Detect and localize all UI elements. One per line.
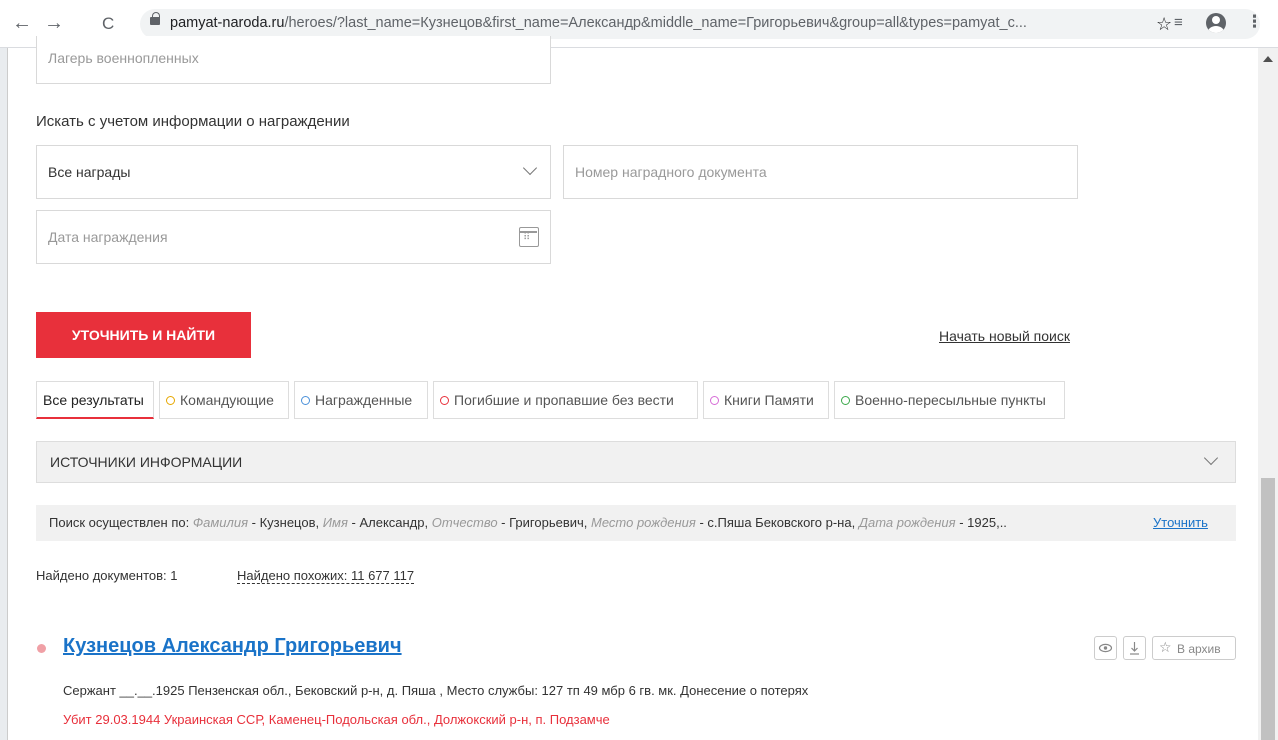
tab-label: Награжденные (315, 392, 413, 408)
bookmark-star-icon[interactable]: ☆ (1156, 14, 1172, 35)
reload-icon[interactable]: C (102, 13, 114, 35)
award-document-placeholder: Номер наградного документа (575, 164, 767, 180)
chevron-down-icon (1203, 450, 1219, 466)
chevron-down-icon (522, 160, 538, 176)
back-arrow-icon[interactable]: ← (12, 12, 32, 34)
sources-accordion[interactable]: ИСТОЧНИКИ ИНФОРМАЦИИ (36, 441, 1236, 483)
tab-awarded[interactable]: Награжденные (294, 381, 428, 419)
tab-label: Все результаты (43, 392, 144, 408)
tab-label: Погибшие и пропавшие без вести (454, 392, 674, 408)
star-icon: ☆ (1159, 639, 1172, 655)
sources-label: ИСТОЧНИКИ ИНФОРМАЦИИ (50, 454, 243, 470)
award-date-placeholder: Дата награждения (48, 229, 168, 245)
download-button[interactable] (1123, 636, 1146, 660)
page-left-gutter (0, 48, 8, 740)
forward-arrow-icon[interactable]: → (44, 12, 64, 34)
add-to-archive-button[interactable]: ☆ В архив (1152, 636, 1236, 660)
pink-circle-icon (710, 396, 719, 405)
address-bar[interactable]: pamyat-naroda.ru/heroes/?last_name=Кузне… (140, 9, 1260, 39)
green-circle-icon (841, 396, 850, 405)
search-criteria-text: Поиск осуществлен по: Фамилия - Кузнецов… (49, 515, 1007, 530)
download-icon (1130, 642, 1139, 655)
blue-circle-icon (301, 396, 310, 405)
hero-service-details: Сержант __.__.1925 Пензенская обл., Беко… (63, 683, 809, 698)
profile-avatar-icon[interactable] (1206, 13, 1226, 33)
hero-name-link[interactable]: Кузнецов Александр Григорьевич (63, 635, 402, 658)
scroll-up-arrow-icon[interactable] (1263, 56, 1273, 62)
camp-input[interactable]: Лагерь военнопленных (36, 36, 551, 84)
yellow-circle-icon (166, 396, 175, 405)
hero-fate-details: Убит 29.03.1944 Украинская ССР, Каменец-… (63, 712, 610, 727)
scrollbar[interactable] (1258, 48, 1278, 740)
refine-link[interactable]: Уточнить (1153, 515, 1208, 530)
result-bullet-icon (37, 644, 46, 653)
tab-label: Военно-пересыльные пункты (855, 392, 1046, 408)
awards-select-value: Все награды (48, 164, 131, 180)
browser-menu-icon[interactable]: ⋮ (1246, 12, 1263, 32)
reading-list-icon[interactable]: ≡ (1174, 14, 1183, 31)
eye-icon (1098, 643, 1113, 653)
award-date-input[interactable]: Дата награждения (36, 210, 551, 264)
view-button[interactable] (1094, 636, 1117, 660)
archive-label: В архив (1177, 642, 1221, 656)
camp-placeholder: Лагерь военнопленных (48, 50, 199, 66)
new-search-link[interactable]: Начать новый поиск (939, 328, 1070, 344)
tab-memory-books[interactable]: Книги Памяти (703, 381, 829, 419)
calendar-icon[interactable] (519, 227, 539, 247)
tab-label: Книги Памяти (724, 392, 814, 408)
search-criteria-bar: Поиск осуществлен по: Фамилия - Кузнецов… (36, 505, 1236, 541)
award-document-input[interactable]: Номер наградного документа (563, 145, 1078, 199)
scrollbar-thumb[interactable] (1261, 478, 1275, 740)
tab-commanders[interactable]: Командующие (159, 381, 289, 419)
red-circle-icon (440, 396, 449, 405)
awards-section-label: Искать с учетом информации о награждении (36, 113, 350, 130)
tab-transit-points[interactable]: Военно-пересыльные пункты (834, 381, 1065, 419)
refine-and-search-button[interactable]: УТОЧНИТЬ И НАЙТИ (36, 312, 251, 358)
chrome-edge (0, 48, 8, 49)
url-text[interactable]: pamyat-naroda.ru/heroes/?last_name=Кузне… (170, 15, 1110, 31)
tab-all-results[interactable]: Все результаты (36, 381, 154, 419)
similar-found-link[interactable]: Найдено похожих: 11 677 117 (237, 568, 415, 584)
tab-label: Командующие (180, 392, 274, 408)
documents-found-count: Найдено документов: 1 (36, 568, 178, 583)
tab-killed-missing[interactable]: Погибшие и пропавшие без вести (433, 381, 698, 419)
lock-icon (150, 12, 160, 25)
awards-select[interactable]: Все награды (36, 145, 551, 199)
